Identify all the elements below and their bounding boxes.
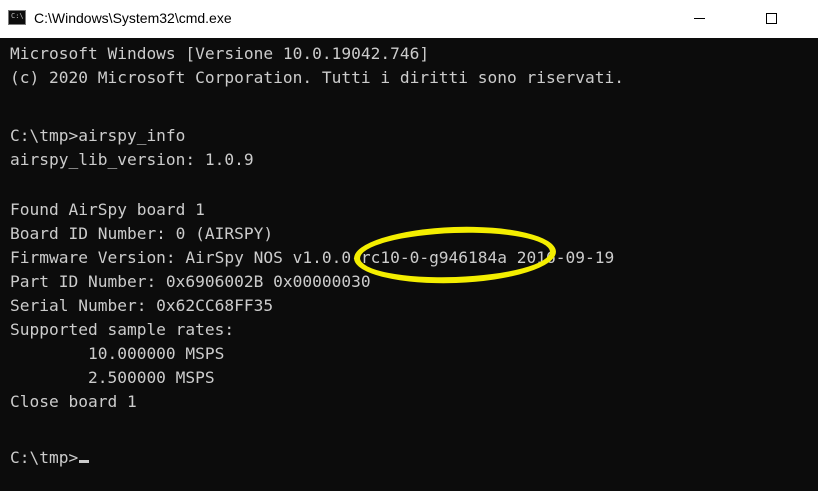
maximize-icon xyxy=(765,12,777,24)
console-line: Serial Number: 0x62CC68FF35 xyxy=(10,296,274,315)
window-title: C:\Windows\System32\cmd.exe xyxy=(34,10,232,26)
console-line: 2.500000 MSPS xyxy=(10,368,215,387)
console-line: Board ID Number: 0 (AIRSPY) xyxy=(10,224,274,243)
maximize-button[interactable] xyxy=(748,0,794,38)
console-line: 10.000000 MSPS xyxy=(10,344,225,363)
console-line: Part ID Number: 0x6906002B 0x00000030 xyxy=(10,272,371,291)
console-line: Supported sample rates: xyxy=(10,320,235,339)
prompt-line[interactable]: C:\tmp> xyxy=(10,446,90,470)
title-bar[interactable]: C:\ C:\Windows\System32\cmd.exe xyxy=(0,0,818,38)
minimize-button[interactable] xyxy=(676,0,722,38)
prompt-text: C:\tmp> xyxy=(10,448,79,467)
cmd-app-icon[interactable]: C:\ xyxy=(8,10,26,25)
console-line: Close board 1 xyxy=(10,392,137,411)
text-cursor xyxy=(79,460,90,463)
minimize-icon xyxy=(693,17,705,19)
console-line: Found AirSpy board 1 xyxy=(10,200,205,219)
console-line: (c) 2020 Microsoft Corporation. Tutti i … xyxy=(10,68,624,87)
console-line: airspy_lib_version: 1.0.9 xyxy=(10,150,254,169)
console-line: Microsoft Windows [Versione 10.0.19042.7… xyxy=(10,44,430,63)
app-icon-label: C:\ xyxy=(11,12,24,20)
console-line: C:\tmp>airspy_info xyxy=(10,126,186,145)
